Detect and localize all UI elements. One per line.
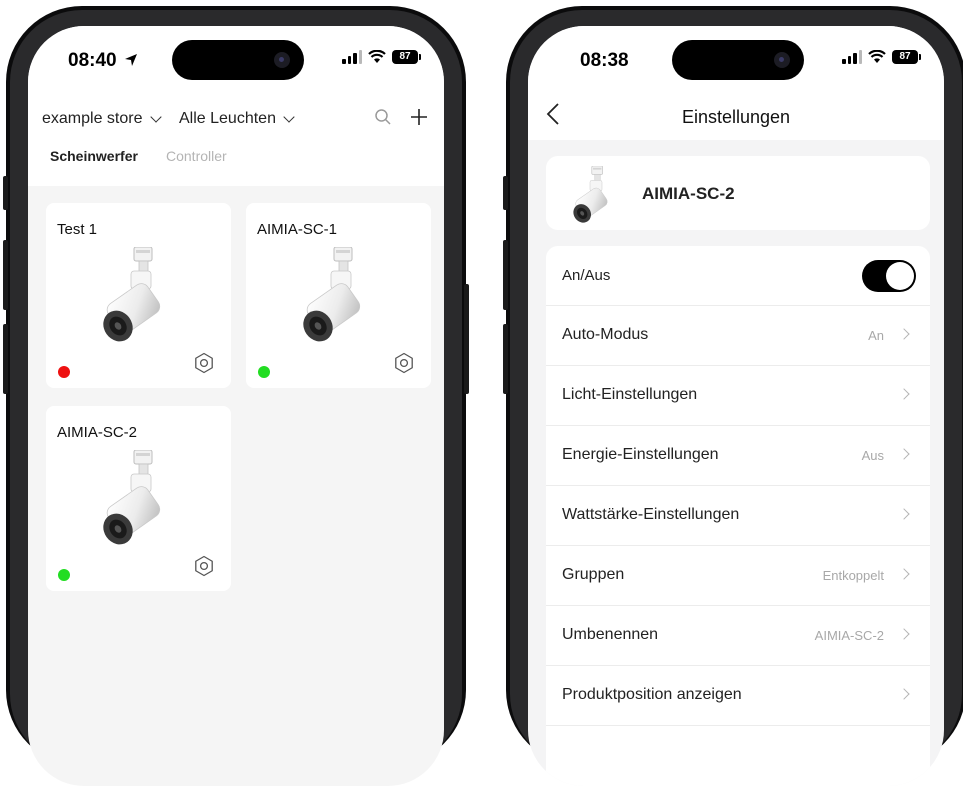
status-icons: 87: [842, 50, 921, 64]
spotlight-image: [98, 450, 164, 550]
tab-controller[interactable]: Controller: [166, 148, 227, 164]
lights-dropdown[interactable]: Alle Leuchten: [179, 110, 295, 128]
device-card[interactable]: Test 1: [46, 203, 231, 388]
action-button: [503, 176, 508, 210]
phone-right: 08:38 87 Einstellungen AIMIA-SC-2 An/Aus…: [503, 6, 963, 786]
setting-row-auto-mode[interactable]: Auto-Modus An: [546, 306, 930, 366]
side-button: [464, 284, 469, 394]
screen-device-list: 08:40 87 example store Alle Leuchten Sch…: [28, 26, 444, 786]
spotlight-image: [570, 166, 610, 226]
dynamic-island: [172, 40, 304, 80]
setting-row-product-position[interactable]: Produktposition anzeigen: [546, 666, 930, 726]
tab-scheinwerfer[interactable]: Scheinwerfer: [50, 148, 138, 164]
setting-value: An: [868, 328, 884, 343]
action-button: [3, 176, 8, 210]
chevron-right-icon: [898, 508, 910, 520]
signal-icon: [342, 50, 362, 64]
battery-icon: 87: [392, 50, 421, 64]
chevron-down-icon: [149, 110, 162, 123]
device-card[interactable]: AIMIA-SC-2: [46, 406, 231, 591]
chevron-right-icon: [898, 448, 910, 460]
spotlight-image: [98, 247, 164, 347]
setting-row-energy[interactable]: Energie-Einstellungen Aus: [546, 426, 930, 486]
setting-value: Aus: [861, 448, 884, 463]
settings-list: An/Aus Auto-Modus An Licht-Einstellungen…: [546, 246, 930, 786]
page-title: Einstellungen: [681, 107, 791, 127]
setting-row-power[interactable]: An/Aus: [546, 246, 930, 306]
chevron-right-icon: [898, 688, 910, 700]
search-icon[interactable]: [374, 108, 392, 126]
status-dot-online: [258, 366, 270, 378]
setting-row-groups[interactable]: Gruppen Entkoppelt: [546, 546, 930, 606]
device-name: AIMIA-SC-2: [57, 424, 138, 441]
chevron-right-icon: [898, 568, 910, 580]
screen-settings: 08:38 87 Einstellungen AIMIA-SC-2 An/Aus…: [528, 26, 944, 786]
location-arrow-icon: [124, 54, 137, 66]
setting-value: AIMIA-SC-2: [814, 628, 884, 643]
setting-value: Entkoppelt: [822, 568, 884, 583]
setting-row-wattage[interactable]: Wattstärke-Einstellungen: [546, 486, 930, 546]
wifi-icon: [368, 50, 386, 63]
spotlight-image: [298, 247, 364, 347]
chevron-right-icon: [898, 388, 910, 400]
gear-icon[interactable]: [393, 352, 415, 374]
chevron-right-icon: [898, 328, 910, 340]
battery-icon: 87: [892, 50, 921, 64]
device-name: Test 1: [57, 221, 98, 238]
power-toggle[interactable]: [862, 260, 916, 292]
store-dropdown[interactable]: example store: [42, 110, 162, 128]
phone-left: 08:40 87 example store Alle Leuchten Sch…: [3, 6, 469, 786]
chevron-down-icon: [283, 110, 295, 123]
device-name: AIMIA-SC-1: [257, 221, 338, 238]
chevron-right-icon: [898, 628, 910, 640]
dynamic-island: [672, 40, 804, 80]
status-dot-online: [58, 569, 70, 581]
plus-icon[interactable]: [410, 108, 428, 126]
device-header-card: AIMIA-SC-2: [546, 156, 930, 230]
status-time: 08:38: [580, 50, 629, 71]
setting-row-rename[interactable]: Umbenennen AIMIA-SC-2: [546, 606, 930, 666]
status-dot-offline: [58, 366, 70, 378]
signal-icon: [842, 50, 862, 64]
status-icons: 87: [342, 50, 421, 64]
gear-icon[interactable]: [193, 555, 215, 577]
volume-up-button: [503, 240, 508, 310]
volume-down-button: [503, 324, 508, 394]
volume-up-button: [3, 240, 8, 310]
setting-row-light[interactable]: Licht-Einstellungen: [546, 366, 930, 426]
device-name: AIMIA-SC-2: [642, 184, 735, 203]
device-card[interactable]: AIMIA-SC-1: [246, 203, 431, 388]
status-time: 08:40: [68, 50, 138, 72]
gear-icon[interactable]: [193, 352, 215, 374]
wifi-icon: [868, 50, 886, 63]
volume-down-button: [3, 324, 8, 394]
